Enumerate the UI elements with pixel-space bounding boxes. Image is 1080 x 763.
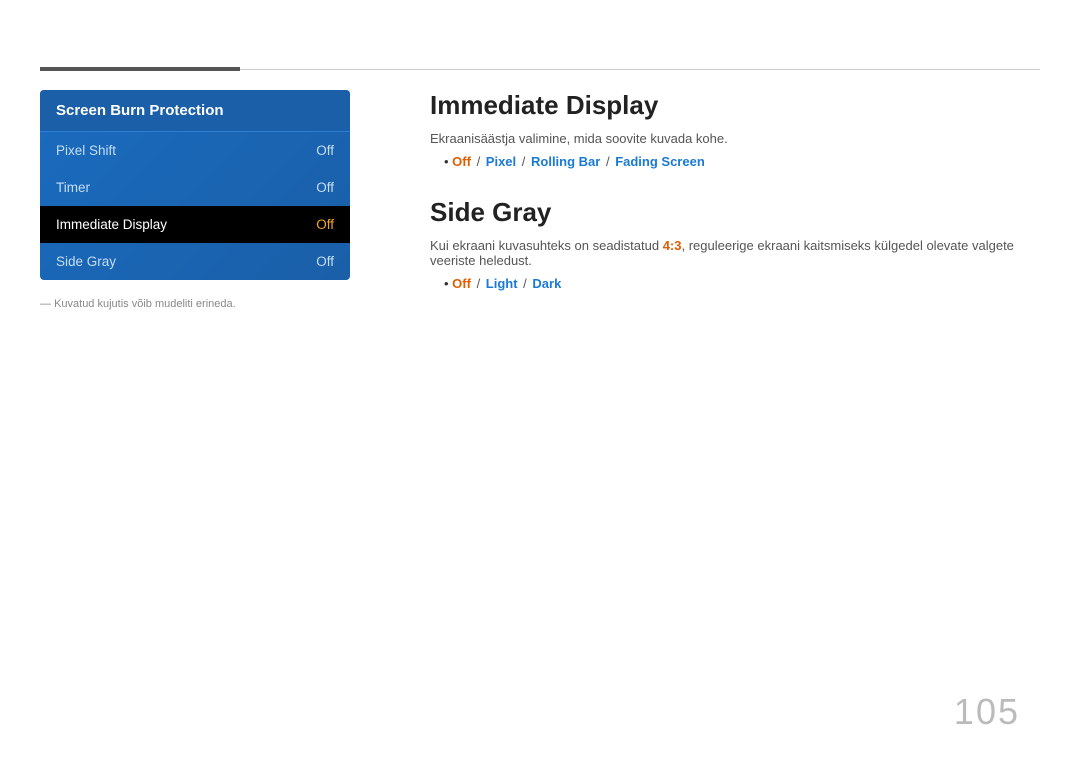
side-gray-label: Side Gray	[56, 254, 116, 269]
sep2: /	[518, 154, 529, 169]
left-panel: Screen Burn Protection Pixel Shift Off T…	[40, 90, 350, 310]
top-divider	[40, 68, 1040, 70]
section2-title: Side Gray	[430, 197, 1020, 228]
sep1: /	[473, 154, 484, 169]
menu-box: Screen Burn Protection Pixel Shift Off T…	[40, 90, 350, 280]
option-rolling-bar: Rolling Bar	[531, 154, 600, 169]
sep4: /	[473, 276, 484, 291]
page-number: 105	[954, 691, 1020, 733]
pixel-shift-value: Off	[316, 143, 334, 158]
side-gray-value: Off	[316, 254, 334, 269]
section2-options: Off / Light / Dark	[444, 276, 1020, 291]
section2-desc-bold: 4:3	[663, 238, 682, 253]
pixel-shift-label: Pixel Shift	[56, 143, 116, 158]
option-pixel: Pixel	[486, 154, 516, 169]
menu-item-immediate-display[interactable]: Immediate Display Off	[40, 206, 350, 243]
section2-desc-plain: Kui ekraani kuvasuhteks on seadistatud	[430, 238, 663, 253]
section1-options: Off / Pixel / Rolling Bar / Fading Scree…	[444, 154, 1020, 169]
immediate-display-label: Immediate Display	[56, 217, 167, 232]
option-off-2: Off	[452, 276, 471, 291]
section2-description: Kui ekraani kuvasuhteks on seadistatud 4…	[430, 238, 1020, 268]
timer-label: Timer	[56, 180, 90, 195]
sep5: /	[520, 276, 531, 291]
sep3: /	[602, 154, 613, 169]
option-light: Light	[486, 276, 518, 291]
footnote: Kuvatud kujutis võib mudeliti erineda.	[40, 298, 350, 310]
option-fading-screen: Fading Screen	[615, 154, 705, 169]
option-off-1: Off	[452, 154, 471, 169]
section1-description: Ekraanisäästja valimine, mida soovite ku…	[430, 131, 1020, 146]
menu-item-pixel-shift[interactable]: Pixel Shift Off	[40, 132, 350, 169]
option-dark: Dark	[532, 276, 561, 291]
menu-item-timer[interactable]: Timer Off	[40, 169, 350, 206]
timer-value: Off	[316, 180, 334, 195]
section1-title: Immediate Display	[430, 90, 1020, 121]
menu-item-side-gray[interactable]: Side Gray Off	[40, 243, 350, 280]
immediate-display-value: Off	[316, 217, 334, 232]
right-panel: Immediate Display Ekraanisäästja valimin…	[430, 90, 1020, 291]
menu-title: Screen Burn Protection	[40, 90, 350, 132]
